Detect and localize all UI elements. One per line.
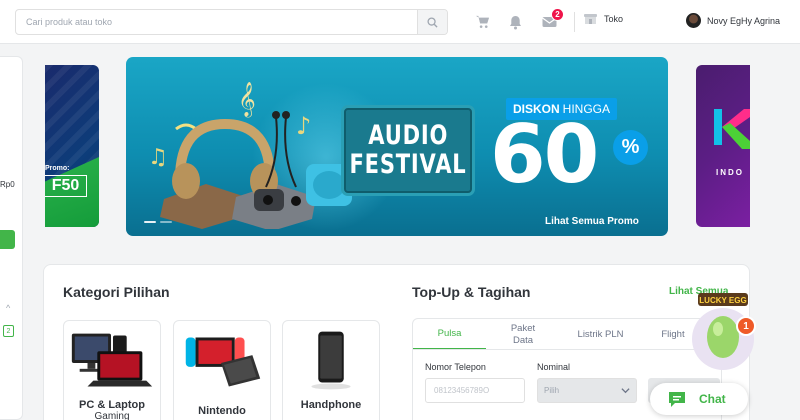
discount-value: 60 (490, 108, 599, 201)
topup-section-title: Top-Up & Tagihan (412, 284, 531, 300)
cart-button[interactable] (473, 13, 491, 31)
main-promo-banner[interactable]: 𝄞 ♪ ♫ AUDIO FESTIVAL DISKON HINGGA 60 % … (126, 57, 668, 236)
percent-badge: % (613, 130, 648, 165)
brand-logo (714, 109, 750, 149)
user-name: Novy EgHy Agrina (707, 15, 781, 26)
svg-text:♪: ♪ (296, 112, 311, 140)
store-icon (584, 14, 597, 24)
topup-tabs: Pulsa Paket Data Listrik PLN Flight (412, 318, 722, 350)
audio-festival-sign: AUDIO FESTIVAL (344, 108, 472, 193)
category-label: Nintendo (198, 405, 246, 417)
avatar (686, 13, 701, 28)
user-menu[interactable]: Novy EgHy Agrina (686, 13, 780, 28)
svg-text:𝄞: 𝄞 (238, 82, 256, 118)
search-input[interactable] (16, 10, 418, 34)
search-bar (15, 9, 448, 35)
bell-icon (509, 15, 521, 29)
see-all-promo-link[interactable]: Lihat Semua Promo (545, 216, 639, 227)
inbox-button[interactable]: 2 (540, 8, 564, 31)
balance-text: Rp0 (0, 180, 15, 189)
content-card: Kategori Pilihan PC & Laptop Gaming Nint… (43, 264, 750, 420)
audio-products-illustration: 𝄞 ♪ ♫ (148, 82, 352, 229)
category-card-handphone[interactable]: Handphone (282, 320, 380, 420)
carousel-dot[interactable] (160, 221, 172, 223)
category-label: PC & Laptop (79, 399, 145, 411)
carousel-indicator (144, 221, 172, 223)
promo-label: Promo: (45, 165, 70, 172)
banner-next[interactable]: INDO (696, 65, 750, 227)
handphone-illustration (311, 331, 351, 390)
brand-text: INDO (716, 168, 744, 177)
count-badge: 2 (3, 325, 14, 337)
shop-label: Toko (604, 14, 624, 24)
nominal-value: Pilih (544, 386, 560, 395)
notification-button[interactable] (506, 13, 524, 31)
green-action-button[interactable] (0, 230, 15, 249)
chat-icon (669, 392, 685, 407)
shop-link[interactable]: Toko (583, 13, 623, 25)
header-divider (574, 12, 575, 32)
tab-listrik-pln[interactable]: Listrik PLN (563, 319, 638, 350)
chevron-up-icon[interactable]: ^ (6, 303, 10, 313)
pc-laptop-illustration (71, 333, 153, 387)
lucky-egg-label: LUCKY EGG (699, 296, 746, 305)
tab-pulsa[interactable]: Pulsa (413, 319, 486, 350)
svg-text:♫: ♫ (148, 145, 168, 170)
search-icon (427, 16, 438, 28)
inbox-badge: 2 (551, 8, 564, 21)
banner-title-line2: FESTIVAL (349, 148, 467, 180)
nominal-label: Nominal (537, 362, 571, 372)
cart-icon (475, 15, 489, 28)
category-sublabel: Gaming (94, 411, 130, 420)
left-side-panel: Rp0 ^ 2 (0, 56, 23, 420)
phone-label: Nomor Telepon (425, 362, 486, 372)
top-header: 2 Toko Novy EgHy Agrina (0, 0, 800, 44)
nintendo-illustration (185, 337, 261, 387)
promo-code: F50 (45, 175, 87, 197)
category-label: Handphone (300, 399, 362, 411)
search-button[interactable] (417, 10, 447, 34)
nominal-select[interactable]: Pilih (537, 378, 637, 403)
banner-previous[interactable]: Promo: F50 (45, 65, 99, 227)
chat-button[interactable]: Chat (650, 383, 748, 415)
category-section-title: Kategori Pilihan (63, 284, 170, 300)
tab-paket-data[interactable]: Paket Data (503, 319, 543, 350)
category-card-pc-laptop[interactable]: PC & Laptop Gaming (63, 320, 161, 420)
chat-label: Chat (699, 392, 726, 406)
category-card-nintendo[interactable]: Nintendo (173, 320, 271, 420)
banner-title-line1: AUDIO (368, 120, 448, 152)
carousel-dot-active[interactable] (144, 221, 156, 223)
chevron-down-icon (621, 388, 630, 394)
phone-input[interactable]: 08123456789O (425, 378, 525, 403)
lucky-egg-badge: 1 (736, 316, 756, 336)
